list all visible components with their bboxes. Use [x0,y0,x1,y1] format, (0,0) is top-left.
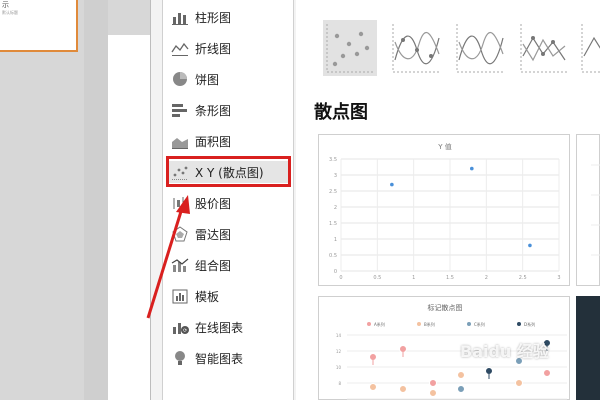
sidebar-item-stock[interactable]: 股价图 [171,192,231,214]
sidebar-item-line[interactable]: 折线图 [171,37,231,59]
x-tick-label: 2.5 [519,275,527,281]
y-tick-label: 3 [334,173,337,179]
smart-chart-icon [171,350,189,366]
sidebar-item-online[interactable]: ⟳ 在线图表 [171,316,243,338]
line-chart-icon [171,40,189,56]
preview-next-chart [591,164,600,256]
slide-panel-divider [84,0,108,400]
y-tick-label: 8 [338,381,341,386]
pie-chart-icon [171,71,189,87]
slide-thumbnail-subtitle: 默认标题 [2,10,18,15]
chart-title: Y 值 [437,142,452,151]
subtype-scatter-straight[interactable] [578,20,600,76]
section-title: 散点图 [314,102,368,123]
x-tick-label: 0.5 [373,275,381,281]
scatter-point [528,243,532,248]
y-tick-label: 10 [336,365,342,370]
sidebar-item-label: 条形图 [195,103,232,118]
x-tick-label: 3 [557,275,560,281]
sidebar-item-area[interactable]: 面积图 [171,130,231,152]
preview-card-dark[interactable] [576,296,600,400]
sidebar-item-template[interactable]: 模板 [171,285,219,307]
sidebar-item-label: 面积图 [195,134,232,149]
online-chart-icon: ⟳ [171,319,189,335]
selection-highlight-box [166,156,291,187]
radar-chart-icon [171,226,189,242]
combo-chart-icon [171,257,189,273]
sidebar-item-column[interactable]: 柱形图 [171,6,231,28]
preview-scatter-chart: Y 值 0 0.5 1 1.5 2 2.5 3 3.5 0 0.5 1 1.5 2 2.5 3 [329,142,561,281]
y-tick-label: 0 [334,269,337,275]
legend-marker [417,322,421,326]
legend-entry: A系列 [374,321,385,327]
slide-thumbnail[interactable]: 示 默认标题 [0,0,78,52]
legend-entry: B系列 [424,321,435,327]
scatter-point [390,182,394,187]
x-tick-label: 0 [339,275,342,281]
slide-thumbnail-title: 示 [2,1,9,9]
subtype-scatter-smooth[interactable] [453,20,507,76]
scatter-smooth-markers-icon [392,24,440,73]
sidebar-item-label: 雷达图 [195,227,232,242]
legend-marker [467,322,471,326]
x-tick-label: 1.5 [446,275,454,281]
y-tick-label: 12 [336,349,342,354]
subtype-scatter-smooth-markers[interactable] [389,20,443,76]
sidebar-item-label: 在线图表 [195,320,244,335]
sidebar-item-label: 股价图 [195,196,232,211]
sidebar-item-label: 组合图 [195,258,232,273]
watermark: Baidu 经验 [460,342,549,361]
subtype-scatter-straight-markers[interactable] [517,20,571,76]
y-tick-label: 2.5 [329,189,337,195]
stock-chart-icon [171,195,189,211]
preview-card-next[interactable] [576,134,600,286]
chart-type-sidebar: 柱形图 折线图 饼图 条形图 面积图 X Y (散点图) 股价图 雷达图 组合图… [162,0,294,400]
template-icon [171,288,189,304]
scatter-straight-icon [581,24,600,73]
preview-card-scatter[interactable]: Y 值 0 0.5 1 1.5 2 2.5 3 3.5 0 0.5 1 1.5 2 2.5 3 [318,134,570,286]
y-tick-label: 3.5 [329,157,337,163]
chart-legend: A系列 B系列 C系列 D系列 [367,321,535,327]
legend-marker [367,322,371,326]
legend-entry: D系列 [524,321,535,327]
legend-entry: C系列 [474,321,485,327]
area-chart-icon [171,133,189,149]
y-tick-label: 1 [334,237,337,243]
sidebar-item-pie[interactable]: 饼图 [171,68,219,90]
scatter-markers-icon [326,24,373,73]
sidebar-item-label: 智能图表 [195,351,244,366]
subtype-scatter-markers[interactable] [323,20,377,76]
sidebar-item-combo[interactable]: 组合图 [171,254,231,276]
sidebar-item-label: 柱形图 [195,10,232,25]
legend-marker [517,322,521,326]
y-tick-label: 2 [334,205,337,211]
sidebar-item-bar[interactable]: 条形图 [171,99,231,121]
scatter-smooth-icon [456,24,504,73]
x-tick-label: 1 [412,275,415,281]
sidebar-item-label: 折线图 [195,41,232,56]
y-tick-label: 0.5 [329,253,337,259]
sidebar-item-label: 模板 [195,289,220,304]
sidebar-item-radar[interactable]: 雷达图 [171,223,231,245]
x-tick-label: 2 [485,275,488,281]
scatter-point [470,166,474,171]
sidebar-item-smart[interactable]: 智能图表 [171,347,243,369]
sidebar-item-label: 饼图 [195,72,220,87]
scatter-straight-markers-icon [520,24,567,73]
bar-chart-icon [171,102,189,118]
chart-title: 标记散点图 [428,303,463,312]
y-tick-label: 14 [336,333,342,338]
y-tick-label: 1.5 [329,221,337,227]
column-chart-icon [171,9,189,25]
